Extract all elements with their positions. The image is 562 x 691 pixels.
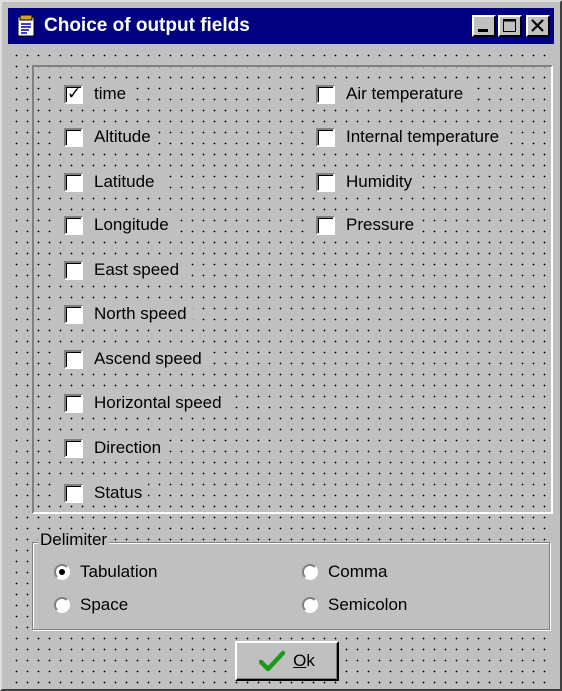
close-button[interactable]: [526, 15, 550, 37]
checkbox-box[interactable]: [64, 172, 83, 192]
radio-comma[interactable]: Comma: [302, 560, 388, 584]
checkbox-humidity[interactable]: Humidity: [310, 170, 419, 194]
checkbox-label: Status: [94, 483, 143, 502]
maximize-button[interactable]: [498, 15, 522, 37]
checkbox-label: Direction: [94, 438, 162, 457]
checkbox-time[interactable]: ✓ time: [58, 82, 133, 106]
checkbox-label: Internal temperature: [346, 127, 500, 146]
radio-circle[interactable]: [302, 597, 318, 613]
checkbox-label: Humidity: [346, 172, 413, 191]
ok-accelerator: O: [293, 651, 307, 670]
checkbox-north-speed[interactable]: North speed: [58, 302, 193, 326]
ok-button-label: Ok: [293, 651, 315, 671]
checkbox-box[interactable]: [64, 127, 83, 147]
checkbox-label: North speed: [94, 304, 187, 323]
checkbox-status[interactable]: Status: [58, 481, 149, 505]
radio-label: Tabulation: [80, 562, 158, 581]
radio-tabulation[interactable]: Tabulation: [54, 560, 158, 584]
delimiter-legend: Delimiter: [38, 530, 110, 550]
dialog-window: Choice of output fields ✓ time Altitude: [0, 0, 562, 691]
ok-button[interactable]: Ok: [235, 641, 339, 681]
checkbox-longitude[interactable]: Longitude: [58, 213, 175, 237]
checkbox-altitude[interactable]: Altitude: [58, 125, 157, 149]
checkbox-label: Longitude: [94, 215, 169, 234]
app-icon: [17, 14, 35, 37]
checkbox-box[interactable]: [316, 127, 335, 147]
checkbox-label: Ascend speed: [94, 349, 202, 368]
checkbox-box[interactable]: [64, 215, 83, 235]
checkbox-box[interactable]: [64, 304, 83, 324]
checkbox-direction[interactable]: Direction: [58, 436, 168, 460]
checkbox-box[interactable]: [316, 84, 335, 104]
window-title: Choice of output fields: [44, 15, 250, 36]
radio-circle[interactable]: [302, 564, 318, 580]
radio-label: Semicolon: [328, 595, 408, 614]
checkbox-box[interactable]: [64, 483, 83, 503]
radio-label: Comma: [328, 562, 388, 581]
radio-dot-icon: [59, 569, 65, 575]
radio-circle[interactable]: [54, 564, 70, 580]
checkbox-box[interactable]: ✓: [64, 83, 83, 104]
radio-circle[interactable]: [54, 597, 70, 613]
radio-space[interactable]: Space: [54, 593, 128, 617]
minimize-icon: [478, 29, 488, 32]
minimize-button[interactable]: [472, 15, 496, 37]
checkbox-ascend-speed[interactable]: Ascend speed: [58, 347, 208, 371]
close-icon: [531, 19, 544, 32]
checkbox-east-speed[interactable]: East speed: [58, 258, 186, 282]
checkmark-icon: [259, 650, 286, 672]
checkbox-pressure[interactable]: Pressure: [310, 213, 421, 237]
checkbox-label: Pressure: [346, 215, 415, 234]
maximize-icon: [503, 19, 516, 32]
checkbox-box[interactable]: [316, 172, 335, 192]
checkbox-label: Latitude: [94, 172, 155, 191]
checkbox-box[interactable]: [64, 438, 83, 458]
checkbox-air-temperature[interactable]: Air temperature: [310, 82, 470, 106]
checkbox-label: time: [94, 84, 127, 103]
checkbox-box[interactable]: [64, 260, 83, 280]
radio-semicolon[interactable]: Semicolon: [302, 593, 407, 617]
checkbox-label: Altitude: [94, 127, 151, 146]
checkbox-internal-temperature[interactable]: Internal temperature: [310, 125, 506, 149]
checkbox-box[interactable]: [316, 215, 335, 235]
checkbox-box[interactable]: [64, 349, 83, 369]
title-bar[interactable]: Choice of output fields: [8, 8, 554, 44]
checkbox-label: Horizontal speed: [94, 393, 222, 412]
checkbox-box[interactable]: [64, 393, 83, 413]
checkbox-label: East speed: [94, 260, 180, 279]
checkbox-label: Air temperature: [346, 84, 464, 103]
radio-label: Space: [80, 595, 129, 614]
ok-rest: k: [306, 651, 315, 670]
checkbox-horizontal-speed[interactable]: Horizontal speed: [58, 391, 228, 415]
checkbox-latitude[interactable]: Latitude: [58, 170, 161, 194]
checkmark-icon: ✓: [67, 83, 82, 104]
